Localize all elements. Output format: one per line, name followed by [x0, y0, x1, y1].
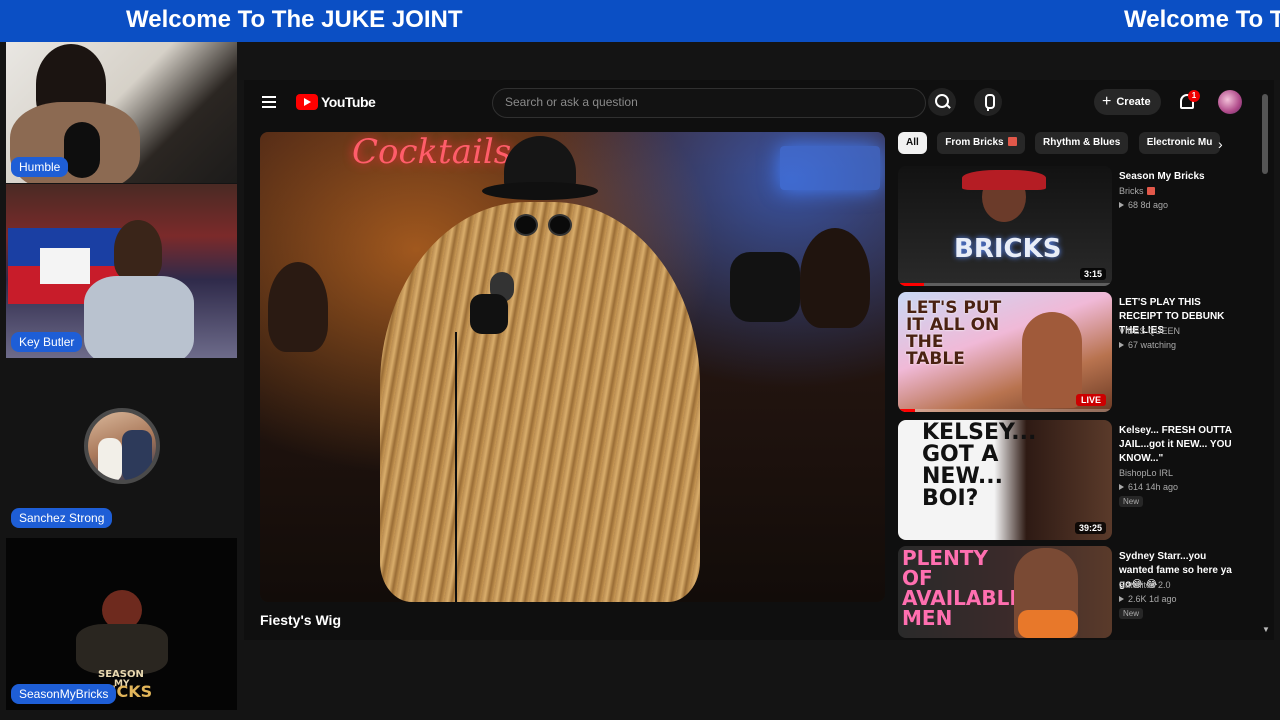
- video-thumbnail[interactable]: LET'S PUT IT ALL ON THE TABLE LIVE: [898, 292, 1112, 412]
- microphone-icon: [64, 122, 100, 178]
- stage-microphone: [470, 272, 518, 342]
- youtube-logo-icon[interactable]: [296, 94, 318, 110]
- thumbnail-text: BRICKS: [954, 234, 1062, 264]
- chip-from-bricks[interactable]: From Bricks: [937, 132, 1025, 154]
- video-thumbnail[interactable]: BRICKS 3:15: [898, 166, 1112, 286]
- video-duration: 39:25: [1074, 522, 1106, 534]
- hamburger-menu-icon[interactable]: [262, 96, 276, 108]
- participant-tile-key-butler[interactable]: Key Butler: [6, 184, 237, 358]
- microphone-icon[interactable]: [974, 88, 1002, 116]
- live-badge: LIVE: [1075, 394, 1106, 406]
- bowler-hat: [482, 136, 598, 206]
- participant-tile-humble[interactable]: Humble: [6, 42, 237, 183]
- background-person: [268, 262, 328, 352]
- notification-count-badge: 1: [1188, 90, 1200, 102]
- video-title[interactable]: Kelsey... FRESH OUTTA JAIL...got it NEW.…: [1119, 424, 1237, 466]
- banner-text-repeat: Welcome To The JUKE JOINT: [1124, 6, 1280, 33]
- participant-name: Sanchez Strong: [11, 508, 113, 528]
- youtube-wordmark[interactable]: YouTube: [321, 94, 376, 110]
- youtube-header: YouTube + Create 1: [244, 80, 1274, 126]
- chip-electronic-music[interactable]: Electronic Mu: [1138, 132, 1221, 154]
- channel-name[interactable]: Bricks: [1119, 186, 1155, 196]
- gloved-hand: [730, 252, 800, 322]
- participant-name: Key Butler: [11, 332, 83, 352]
- channel-name[interactable]: VIBES QUEEN: [1119, 326, 1180, 336]
- video-title[interactable]: Season My Bricks: [1119, 170, 1237, 184]
- watch-progress: [898, 409, 1112, 412]
- thumbnail-text: PLENTY OF AVAILABLE MEN: [902, 546, 1024, 630]
- participant-tile-sanchez-strong[interactable]: Sanchez Strong: [6, 358, 237, 536]
- search-box[interactable]: [492, 88, 926, 118]
- create-button[interactable]: + Create: [1094, 89, 1161, 115]
- recommendation-item[interactable]: LET'S PUT IT ALL ON THE TABLE LIVE LET'S…: [898, 292, 1258, 414]
- thumbnail-text: LET'S PUT IT ALL ON THE TABLE: [906, 298, 1002, 369]
- welcome-banner: Welcome To The JUKE JOINT Welcome To The…: [0, 0, 1280, 42]
- new-badge: New: [1119, 496, 1144, 507]
- video-meta: 614 14h ago: [1119, 482, 1178, 492]
- search-icon[interactable]: [928, 88, 956, 116]
- avatar: [84, 408, 160, 484]
- views-icon: [1119, 484, 1124, 490]
- participant-body: [84, 276, 194, 358]
- scrollbar-thumb[interactable]: [1262, 94, 1268, 174]
- mic-cable: [455, 332, 457, 602]
- profile-avatar[interactable]: [1218, 90, 1242, 114]
- channel-name[interactable]: Satellites 2.0: [1119, 580, 1171, 590]
- video-player[interactable]: Cocktails: [260, 132, 885, 602]
- video-duration: 3:15: [1079, 268, 1106, 280]
- live-viewers-icon: [1119, 342, 1124, 348]
- watch-progress: [898, 283, 1112, 286]
- channel-name[interactable]: BishopLo IRL: [1119, 468, 1173, 478]
- sunglasses: [514, 214, 574, 236]
- new-badge: New: [1119, 608, 1144, 619]
- views-icon: [1119, 596, 1124, 602]
- channel-badge-icon: [1146, 187, 1155, 195]
- plus-icon: +: [1102, 93, 1112, 110]
- youtube-window: YouTube + Create 1 ▼ Cocktails Fiesty's …: [244, 80, 1274, 640]
- chip-all[interactable]: All: [898, 132, 927, 154]
- page-scrollbar[interactable]: ▼: [1262, 94, 1270, 634]
- chevron-right-icon[interactable]: ›: [1218, 136, 1223, 152]
- create-label: Create: [1116, 96, 1151, 108]
- recommendation-item[interactable]: PLENTY OF AVAILABLE MEN Sydney Starr...y…: [898, 546, 1258, 640]
- chip-rhythm-blues[interactable]: Rhythm & Blues: [1035, 132, 1129, 154]
- search-input[interactable]: [505, 95, 905, 109]
- participant-name: SeasonMyBricks: [11, 684, 117, 704]
- banner-text: Welcome To The JUKE JOINT: [126, 6, 463, 33]
- video-meta: 68 8d ago: [1119, 200, 1168, 210]
- wig-figure: [380, 202, 700, 602]
- channel-badge-icon: [1007, 137, 1017, 146]
- recommendation-item[interactable]: BRICKS 3:15 Season My Bricks Bricks 68 8…: [898, 166, 1258, 288]
- scroll-down-icon[interactable]: ▼: [1262, 625, 1270, 634]
- participant-tile-seasonmybricks[interactable]: SEASON MY BRICKS SeasonMyBricks: [6, 538, 237, 710]
- video-thumbnail[interactable]: KELSEY... GOT A NEW... BOI? 39:25: [898, 420, 1112, 540]
- video-meta: 2.6K 1d ago: [1119, 594, 1177, 604]
- views-icon: [1119, 202, 1124, 208]
- background-person: [800, 228, 870, 328]
- participant-head: [114, 220, 162, 280]
- recommendation-item[interactable]: KELSEY... GOT A NEW... BOI? 39:25 Kelsey…: [898, 420, 1258, 542]
- participant-name: Humble: [11, 157, 69, 177]
- dj-body: [76, 624, 168, 674]
- filter-chips: All From Bricks Rhythm & Blues Electroni…: [898, 132, 1228, 156]
- thumbnail-text: KELSEY... GOT A NEW... BOI?: [922, 420, 1037, 511]
- video-title: Fiesty's Wig: [260, 612, 341, 628]
- video-thumbnail[interactable]: PLENTY OF AVAILABLE MEN: [898, 546, 1112, 638]
- blue-neon-sign: [780, 146, 880, 190]
- video-meta: 67 watching: [1119, 340, 1176, 350]
